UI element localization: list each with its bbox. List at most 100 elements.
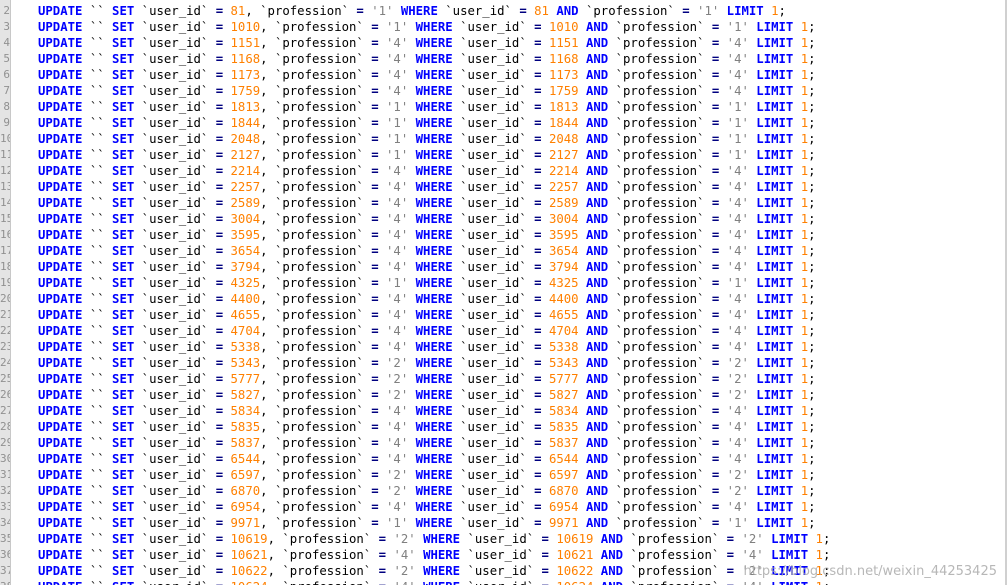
code-line[interactable]: UPDATE `` SET `user_id` = 5777, `profess… [38,371,816,387]
profession-value: '2' [726,484,749,498]
sql-token: = [534,20,542,34]
sql-keyword: LIMIT [756,324,794,338]
sql-token: `profession` [274,212,364,226]
sql-token: = [215,196,224,210]
code-line[interactable]: UPDATE `` SET `user_id` = 4655, `profess… [38,307,816,323]
sql-token: ; [808,484,816,498]
code-line[interactable]: UPDATE `` SET `user_id` = 2127, `profess… [38,147,816,163]
code-line[interactable]: UPDATE `` SET `user_id` = 4400, `profess… [38,291,816,307]
code-line[interactable]: UPDATE `` SET `user_id` = 5827, `profess… [38,387,816,403]
profession-value: '4' [386,340,409,354]
sql-token: `user_id` [141,292,209,306]
sql-keyword: SET [112,484,135,498]
code-line[interactable]: UPDATE `` SET `user_id` = 5837, `profess… [38,435,816,451]
sql-token: `user_id` [141,420,209,434]
sql-token: `profession` [274,164,364,178]
sql-token: `user_id` [141,308,209,322]
code-line[interactable]: UPDATE `` SET `user_id` = 1173, `profess… [38,67,816,83]
sql-token: = [541,548,549,562]
sql-keyword: UPDATE [38,260,83,274]
sql-keyword: UPDATE [38,436,83,450]
code-line[interactable]: UPDATE `` SET `user_id` = 1168, `profess… [38,51,816,67]
code-line[interactable]: UPDATE `` SET `user_id` = 6870, `profess… [38,483,816,499]
sql-keyword: AND [585,372,609,386]
code-line[interactable]: UPDATE `` SET `user_id` = 5338, `profess… [38,339,816,355]
sql-token: `profession` [274,228,364,242]
sql-keyword: SET [112,148,135,162]
code-line[interactable]: UPDATE `` SET `user_id` = 5834, `profess… [38,403,816,419]
code-line[interactable]: UPDATE `` SET `user_id` = 10622, `profes… [38,563,830,579]
sql-token: `user_id` [460,68,527,82]
code-line[interactable]: UPDATE `` SET `user_id` = 1010, `profess… [38,19,816,35]
code-line[interactable]: UPDATE `` SET `user_id` = 4325, `profess… [38,275,816,291]
user-id-value: 5837 [230,436,261,450]
code-line[interactable]: UPDATE `` SET `user_id` = 81, `professio… [38,3,786,19]
sql-keyword: LIMIT [756,148,794,162]
sql-token: `user_id` [141,548,209,562]
code-line[interactable]: UPDATE `` SET `user_id` = 1759, `profess… [38,83,816,99]
code-line[interactable]: UPDATE `` SET `user_id` = 5343, `profess… [38,355,816,371]
code-line[interactable]: UPDATE `` SET `user_id` = 2589, `profess… [38,195,816,211]
line-number: 24 [0,356,10,369]
code-line[interactable]: UPDATE `` SET `user_id` = 9971, `profess… [38,515,816,531]
profession-value: '4' [726,404,749,418]
code-editor[interactable]: 2345678910111213141516171819202122232425… [0,0,1007,585]
code-line[interactable]: UPDATE `` SET `user_id` = 4704, `profess… [38,323,816,339]
code-line[interactable]: UPDATE `` SET `user_id` = 6544, `profess… [38,451,816,467]
sql-keyword: LIMIT [756,308,794,322]
user-id-value: 10619 [230,532,268,546]
code-line[interactable]: UPDATE `` SET `user_id` = 2214, `profess… [38,163,816,179]
code-line[interactable]: UPDATE `` SET `user_id` = 10621, `profes… [38,547,830,563]
code-line[interactable]: UPDATE `` SET `user_id` = 3595, `profess… [38,227,816,243]
code-line[interactable]: UPDATE `` SET `user_id` = 10624, `profes… [38,579,830,585]
line-number: 4 [3,36,10,49]
code-line[interactable]: UPDATE `` SET `user_id` = 2257, `profess… [38,179,816,195]
code-line[interactable]: UPDATE `` SET `user_id` = 5835, `profess… [38,419,816,435]
code-line[interactable]: UPDATE `` SET `user_id` = 6597, `profess… [38,467,816,483]
code-line[interactable]: UPDATE `` SET `user_id` = 1151, `profess… [38,35,816,51]
code-line[interactable]: UPDATE `` SET `user_id` = 2048, `profess… [38,131,816,147]
sql-token: `user_id` [141,148,209,162]
code-line[interactable]: UPDATE `` SET `user_id` = 3794, `profess… [38,259,816,275]
sql-token: `user_id` [460,308,527,322]
sql-token: `` [89,324,105,338]
user-id-value: 5834 [230,404,261,418]
sql-token: `profession` [274,180,364,194]
sql-keyword: LIMIT [756,68,794,82]
code-line[interactable]: UPDATE `` SET `user_id` = 3004, `profess… [38,211,816,227]
code-line[interactable]: UPDATE `` SET `user_id` = 1844, `profess… [38,115,816,131]
sql-token: ; [778,4,786,18]
user-id-value: 4400 [230,292,261,306]
code-line[interactable]: UPDATE `` SET `user_id` = 1813, `profess… [38,99,816,115]
code-line[interactable]: UPDATE `` SET `user_id` = 10619, `profes… [38,531,830,547]
sql-token: = [215,100,224,114]
sql-token: `user_id` [460,84,527,98]
code-line[interactable]: UPDATE `` SET `user_id` = 3654, `profess… [38,243,816,259]
profession-value: '1' [726,20,749,34]
sql-keyword: LIMIT [756,516,794,530]
code-line[interactable]: UPDATE `` SET `user_id` = 6954, `profess… [38,499,816,515]
sql-token: = [371,356,379,370]
